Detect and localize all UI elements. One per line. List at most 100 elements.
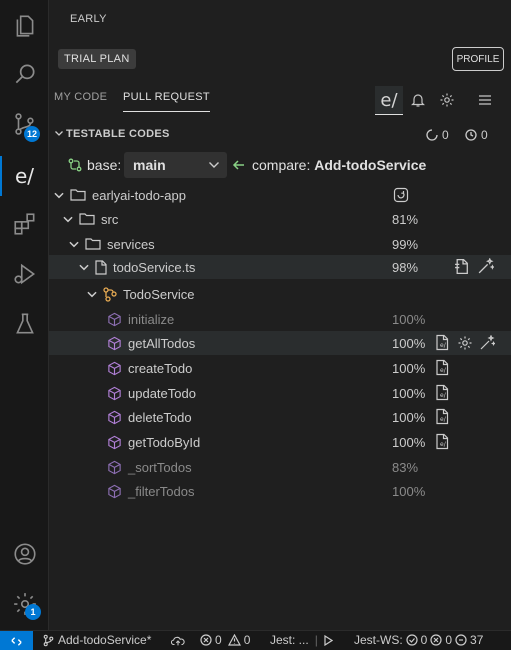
clock-icon — [465, 129, 477, 141]
tree-item-name: earlyai-todo-app — [92, 187, 186, 203]
method-cube-icon — [108, 361, 121, 375]
test-file-icon[interactable]: e/ — [435, 408, 451, 425]
refresh-icon[interactable] — [393, 187, 409, 203]
ws-fail-count: 0 — [445, 633, 453, 647]
earlyai-icon[interactable]: e/ — [0, 152, 49, 200]
svg-text:e/: e/ — [440, 342, 447, 349]
arrow-left-icon — [232, 160, 244, 170]
pending-count: 0 — [442, 128, 449, 142]
compare-value: Add-todoService — [314, 157, 427, 173]
generate-tests-file-icon[interactable] — [454, 258, 471, 275]
earlyai-view-logo: e/ — [380, 89, 398, 111]
branch-compare-row: base: main compare: Add-todoService — [49, 152, 511, 178]
base-branch-select[interactable]: main — [124, 152, 227, 178]
git-branch-icon — [43, 634, 54, 646]
tree-row-src[interactable]: src 81% — [49, 207, 511, 231]
tree-row-file[interactable]: todoService.ts 98% — [49, 255, 511, 279]
search-icon[interactable] — [0, 50, 49, 98]
testable-codes-header[interactable]: TESTABLE CODES 0 0 — [49, 122, 511, 146]
tree-row-services[interactable]: services 99% — [49, 232, 511, 256]
tree-row-method[interactable]: createTodo 100% e/ — [49, 356, 511, 380]
section-title: TESTABLE CODES — [66, 128, 170, 140]
method-cube-icon — [108, 410, 121, 424]
test-file-icon[interactable]: e/ — [435, 433, 451, 450]
tree-item-name: _sortTodos — [128, 459, 192, 475]
tree-row-method[interactable]: getAllTodos 100% e/ — [49, 331, 511, 355]
coverage-value: 100% — [392, 361, 426, 376]
remote-indicator[interactable] — [0, 631, 33, 650]
profile-button[interactable]: PROFILE — [452, 47, 504, 71]
magic-wand-icon[interactable] — [477, 258, 494, 275]
tree-item-name: todoService.ts — [113, 259, 196, 275]
remote-icon — [11, 636, 22, 646]
class-symbol-icon — [103, 287, 117, 302]
base-label: base: — [87, 157, 122, 173]
compare-label: compare: — [252, 157, 311, 173]
coverage-value: 83% — [392, 460, 419, 475]
method-cube-icon — [108, 484, 121, 498]
run-debug-icon[interactable] — [0, 250, 49, 298]
method-cube-icon — [108, 312, 121, 326]
jest-ws-status[interactable]: Jest-WS: 0 0 37 — [354, 633, 483, 647]
tree-row-method[interactable]: updateTodo 100% e/ — [49, 381, 511, 405]
settings-gear-icon[interactable] — [433, 86, 461, 114]
svg-text:e/: e/ — [440, 367, 447, 374]
extensions-icon[interactable] — [0, 200, 49, 248]
manage-gear-icon[interactable]: 1 — [0, 580, 49, 628]
accounts-icon[interactable] — [0, 530, 49, 578]
tree-row-method[interactable]: getTodoById 100% e/ — [49, 430, 511, 454]
base-branch-value: main — [133, 157, 166, 173]
status-bar: Add-todoService* 0 0 Jest: ... | Jest-WS… — [0, 630, 511, 650]
running-count: 0 — [481, 128, 488, 142]
bell-icon[interactable] — [404, 86, 432, 114]
fail-icon — [430, 634, 442, 646]
panel-title: EARLY — [70, 13, 107, 25]
tree-row-method[interactable]: _filterTodos 100% — [49, 479, 511, 503]
cloud-upload-icon[interactable] — [171, 635, 185, 647]
warning-icon — [227, 634, 241, 646]
testing-icon[interactable] — [0, 300, 49, 348]
coverage-value: 100% — [392, 410, 426, 425]
coverage-value: 100% — [392, 386, 426, 401]
tree-row-method[interactable]: initialize 100% — [49, 307, 511, 331]
test-file-icon[interactable]: e/ — [435, 334, 451, 351]
jest-label: Jest: ... — [270, 633, 309, 647]
method-cube-icon — [108, 460, 121, 474]
chevron-down-icon — [63, 216, 73, 223]
folder-icon — [70, 189, 86, 201]
problems-status[interactable]: 0 0 — [200, 633, 250, 647]
method-cube-icon — [108, 435, 121, 449]
earlyai-view-icon[interactable]: e/ — [375, 86, 403, 115]
divider: | — [314, 633, 318, 647]
manage-badge: 1 — [25, 604, 41, 620]
branch-status[interactable]: Add-todoService* — [42, 633, 151, 647]
pending-counter: 0 — [426, 128, 449, 142]
method-cube-icon — [108, 336, 121, 350]
settings-gear-icon[interactable] — [457, 335, 473, 351]
source-control-icon[interactable]: 12 — [0, 100, 49, 148]
tree-item-name: TodoService — [123, 286, 195, 302]
activity-bar: 12 e/ 1 — [0, 0, 49, 630]
file-icon — [95, 259, 107, 275]
tree-item-name: initialize — [128, 311, 175, 327]
tab-pull-request[interactable]: PULL REQUEST — [123, 91, 210, 112]
magic-wand-icon[interactable] — [479, 334, 495, 351]
skip-icon — [455, 634, 467, 646]
tree-row-project[interactable]: earlyai-todo-app — [49, 183, 511, 207]
chevron-down-icon — [54, 192, 64, 199]
tree-row-method[interactable]: deleteTodo 100% e/ — [49, 405, 511, 429]
tree-row-method[interactable]: _sortTodos 83% — [49, 455, 511, 479]
svg-text:e/: e/ — [440, 392, 447, 399]
menu-icon[interactable] — [471, 86, 499, 114]
tree-row-class[interactable]: TodoService — [49, 282, 511, 306]
test-file-icon[interactable]: e/ — [435, 359, 451, 376]
tree-item-name: createTodo — [128, 360, 193, 376]
tab-my-code[interactable]: MY CODE — [54, 91, 107, 103]
ws-skip-count: 37 — [470, 633, 484, 647]
branch-name: Add-todoService* — [58, 633, 152, 647]
earlyai-panel: EARLY TRIAL PLAN PROFILE MY CODE PULL RE… — [49, 0, 511, 630]
test-file-icon[interactable]: e/ — [435, 384, 451, 401]
jest-status[interactable]: Jest: ... | — [270, 633, 333, 647]
explorer-icon[interactable] — [0, 2, 49, 50]
method-cube-icon — [108, 386, 121, 400]
